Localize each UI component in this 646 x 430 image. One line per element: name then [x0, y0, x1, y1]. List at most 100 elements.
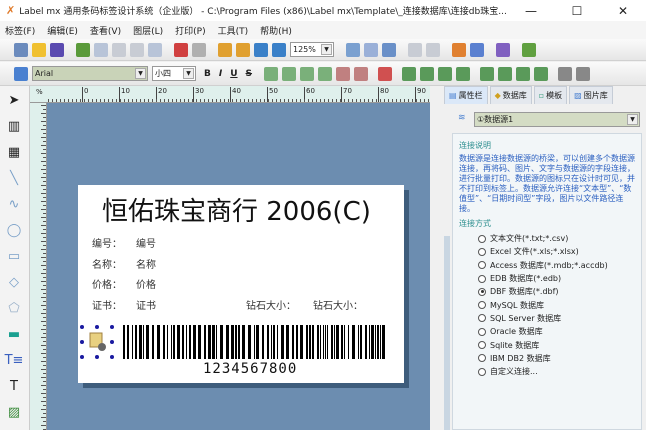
table-icon[interactable] — [426, 42, 440, 57]
group-icon[interactable] — [148, 42, 162, 57]
radio-button[interactable] — [478, 274, 486, 283]
text-style-icon[interactable] — [14, 66, 28, 81]
align-center-h-icon[interactable] — [336, 66, 351, 81]
connection-option[interactable]: IBM DB2 数据库 — [478, 352, 641, 365]
help-icon[interactable] — [470, 42, 484, 57]
undo-icon[interactable] — [174, 42, 188, 57]
distribute-v-icon[interactable] — [420, 66, 435, 81]
close-button[interactable]: ✕ — [600, 4, 646, 18]
menu-help[interactable]: 帮助(H) — [260, 24, 292, 37]
connection-option[interactable]: 文本文件(*.txt;*.csv) — [478, 232, 641, 245]
field-value-diamond[interactable]: 钻石大小： — [313, 297, 363, 312]
field-value-name[interactable]: 名称 — [136, 256, 156, 271]
panel-scrollbar[interactable] — [444, 236, 450, 430]
tab-template[interactable]: ▫ 模板 — [533, 86, 568, 104]
barcode-tool-icon[interactable]: ▥ — [4, 116, 24, 136]
field-value-id[interactable]: 编号 — [136, 235, 156, 250]
datasource-icon[interactable] — [452, 42, 466, 57]
menu-tools[interactable]: 工具(T) — [218, 24, 249, 37]
fit-width-icon[interactable] — [254, 42, 268, 57]
rectangle-tool-icon[interactable]: ▭ — [4, 246, 24, 266]
ellipse-tool-icon[interactable]: ◯ — [4, 220, 24, 240]
same-size-v-icon[interactable] — [534, 66, 549, 81]
connection-option[interactable]: Sqlite 数据库 — [478, 338, 641, 351]
menu-view[interactable]: 查看(V) — [90, 24, 121, 37]
radio-button[interactable] — [478, 341, 486, 350]
space-v-icon[interactable] — [456, 66, 471, 81]
connection-option[interactable]: MySQL 数据库 — [478, 298, 641, 311]
font-select[interactable]: Arial ▼ — [32, 66, 148, 81]
redo-icon[interactable] — [192, 42, 206, 57]
new-icon[interactable] — [14, 42, 28, 57]
field-caption-id[interactable]: 编号： — [92, 235, 122, 250]
align-center-v-icon[interactable] — [354, 66, 369, 81]
field-value-cert[interactable]: 证书 — [136, 297, 156, 312]
grid-icon[interactable] — [408, 42, 422, 57]
copy-icon[interactable] — [94, 42, 108, 57]
fill-rect-tool-icon[interactable]: ▬ — [4, 324, 24, 344]
align-top-icon[interactable] — [300, 66, 315, 81]
bold-button[interactable]: B — [204, 69, 211, 79]
preview-icon[interactable] — [364, 42, 378, 57]
line-tool-icon[interactable]: ╲ — [4, 168, 24, 188]
zoom-out-icon[interactable] — [236, 42, 250, 57]
cut-icon[interactable] — [76, 42, 90, 57]
strike-button[interactable]: S — [246, 69, 252, 79]
radio-button[interactable] — [478, 234, 486, 243]
space-h-icon[interactable] — [438, 66, 453, 81]
menu-print[interactable]: 打印(P) — [175, 24, 205, 37]
same-width-icon[interactable] — [480, 66, 495, 81]
tab-properties[interactable]: ▤ 属性栏 — [444, 86, 488, 104]
menu-layer[interactable]: 图层(L) — [133, 24, 163, 37]
label-title-text[interactable]: 恒佑珠宝商行 2006(C) — [102, 191, 371, 228]
image-tool-icon[interactable]: ▨ — [4, 402, 24, 422]
same-size-h-icon[interactable] — [516, 66, 531, 81]
field-caption-price[interactable]: 价格： — [92, 276, 122, 291]
zoom-select[interactable]: 125% ▼ — [290, 42, 334, 57]
minimize-button[interactable]: — — [508, 4, 554, 18]
register-icon[interactable] — [496, 42, 510, 57]
connection-option[interactable]: Access 数据库(*.mdb;*.accdb) — [478, 259, 641, 272]
barcode[interactable] — [123, 325, 389, 359]
connection-option[interactable]: DBF 数据库(*.dbf) — [478, 285, 641, 298]
tab-database[interactable]: ◆ 数据库 — [489, 86, 532, 104]
maximize-button[interactable]: ☐ — [554, 4, 600, 18]
lock-icon[interactable] — [130, 42, 144, 57]
align-bottom-icon[interactable] — [318, 66, 333, 81]
menu-edit[interactable]: 编辑(E) — [47, 24, 78, 37]
datasource-object[interactable] — [80, 325, 114, 359]
curve-tool-icon[interactable]: ∿ — [4, 194, 24, 214]
radio-button[interactable] — [478, 301, 486, 310]
text-tool-icon[interactable]: T — [4, 376, 24, 396]
print-preview-icon[interactable] — [346, 42, 360, 57]
datasource-select[interactable]: ①数据源1 ▼ — [474, 112, 640, 127]
zoom-in-icon[interactable] — [218, 42, 232, 57]
plugin-icon[interactable] — [522, 42, 536, 57]
radio-button[interactable] — [478, 247, 486, 256]
font-size-select[interactable]: 小四 ▼ — [152, 66, 196, 81]
align-left-icon[interactable] — [264, 66, 279, 81]
polygon-tool-icon[interactable]: ⬠ — [4, 298, 24, 318]
back-icon[interactable] — [576, 66, 591, 81]
radio-button[interactable] — [478, 261, 486, 270]
tab-images[interactable]: ▨ 图片库 — [569, 86, 613, 104]
distribute-h-icon[interactable] — [402, 66, 417, 81]
save-icon[interactable] — [50, 42, 64, 57]
field-value-price[interactable]: 价格 — [136, 276, 156, 291]
paste-icon[interactable] — [112, 42, 126, 57]
open-icon[interactable] — [32, 42, 46, 57]
diamond-tool-icon[interactable]: ◇ — [4, 272, 24, 292]
fit-page-icon[interactable] — [272, 42, 286, 57]
pointer-tool-icon[interactable]: ➤ — [4, 90, 24, 110]
radio-button[interactable] — [478, 327, 486, 336]
radio-button[interactable] — [478, 314, 486, 323]
connection-option[interactable]: EDB 数据库(*.edb) — [478, 272, 641, 285]
radio-button[interactable] — [478, 287, 486, 296]
center-icon[interactable] — [378, 66, 393, 81]
front-icon[interactable] — [558, 66, 573, 81]
align-right-icon[interactable] — [282, 66, 297, 81]
field-caption-name[interactable]: 名称： — [92, 256, 122, 271]
field-caption-diamond[interactable]: 钻石大小： — [246, 297, 296, 312]
field-caption-cert[interactable]: 证书： — [92, 297, 122, 312]
textbox-tool-icon[interactable]: T≡ — [4, 350, 24, 370]
